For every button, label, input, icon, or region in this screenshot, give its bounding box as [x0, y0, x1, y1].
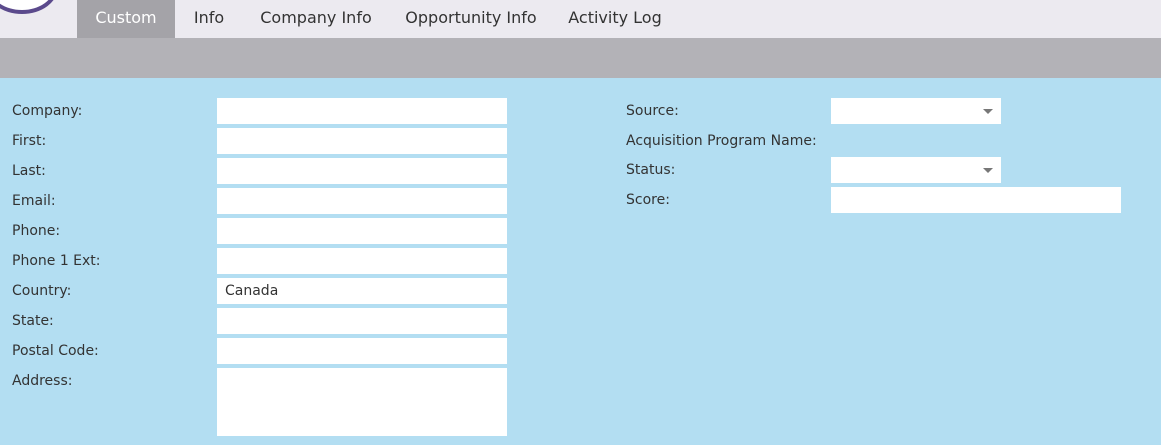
- address-label: Address:: [12, 373, 73, 389]
- status-select[interactable]: [831, 157, 1001, 183]
- tab-info[interactable]: Info: [175, 0, 243, 38]
- chevron-down-icon: [983, 109, 993, 114]
- app-logo: [0, 0, 58, 14]
- email-label: Email:: [12, 193, 56, 209]
- status-label: Status:: [626, 162, 676, 178]
- tab-opportunity-info[interactable]: Opportunity Info: [389, 0, 553, 38]
- state-field[interactable]: [217, 308, 507, 334]
- country-label: Country:: [12, 283, 72, 299]
- postal-code-label: Postal Code:: [12, 343, 99, 359]
- phone-field[interactable]: [217, 218, 507, 244]
- acquisition-program-label: Acquisition Program Name:: [626, 133, 817, 149]
- address-field[interactable]: [217, 368, 507, 436]
- phone-ext-label: Phone 1 Ext:: [12, 253, 101, 269]
- email-field[interactable]: [217, 188, 507, 214]
- source-select[interactable]: [831, 98, 1001, 124]
- first-label: First:: [12, 133, 47, 149]
- last-label: Last:: [12, 163, 46, 179]
- score-field[interactable]: [831, 187, 1121, 213]
- company-field[interactable]: [217, 98, 507, 124]
- country-value: Canada: [225, 283, 279, 299]
- source-label: Source:: [626, 103, 679, 119]
- tab-company-info[interactable]: Company Info: [243, 0, 389, 38]
- first-name-field[interactable]: [217, 128, 507, 154]
- tab-custom[interactable]: Custom: [77, 0, 175, 38]
- form-panel: [0, 78, 1161, 445]
- state-label: State:: [12, 313, 54, 329]
- last-name-field[interactable]: [217, 158, 507, 184]
- postal-code-field[interactable]: [217, 338, 507, 364]
- tab-bar: Custom Info Company Info Opportunity Inf…: [0, 0, 1161, 38]
- toolbar-band: [0, 38, 1161, 78]
- phone-label: Phone:: [12, 223, 61, 239]
- score-label: Score:: [626, 192, 670, 208]
- country-field[interactable]: Canada: [217, 278, 507, 304]
- tab-activity-log[interactable]: Activity Log: [553, 0, 677, 38]
- phone-ext-field[interactable]: [217, 248, 507, 274]
- company-label: Company:: [12, 103, 83, 119]
- chevron-down-icon: [983, 168, 993, 173]
